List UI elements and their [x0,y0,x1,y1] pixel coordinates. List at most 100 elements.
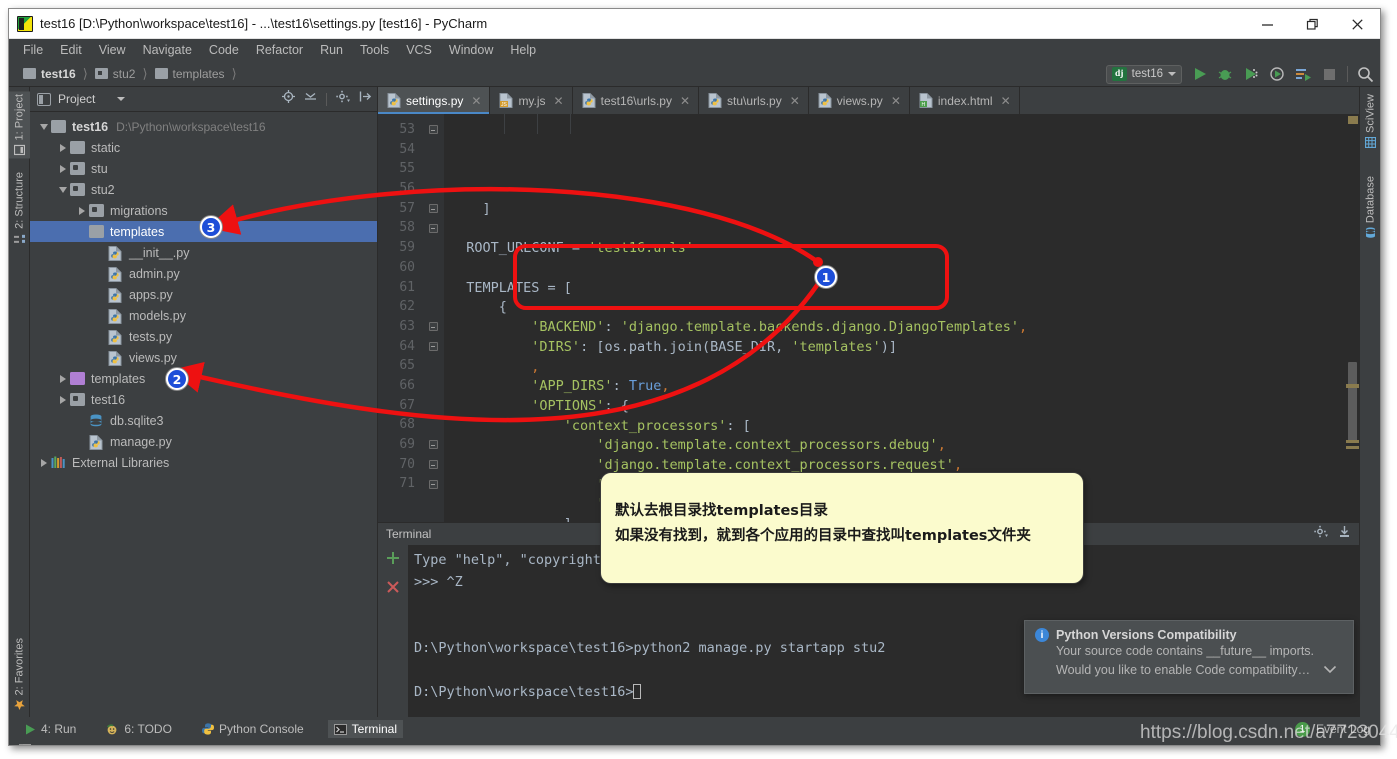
sidebar-item-sciview[interactable]: SciView [1360,91,1380,151]
chevron-right-icon[interactable] [56,143,70,152]
chevron-right-icon[interactable] [56,164,70,173]
code-editor[interactable]: 53 54 55 56 57 58 59 60 61 62 63 64 65 66 67 68 69 70 71 ]… [378,114,1359,522]
sidebar-item-database[interactable]: Database [1360,173,1380,241]
fold-marker-start[interactable] [422,337,444,357]
editor-tab-test16-urls-py[interactable]: test16\urls.py ✕ [573,87,700,114]
toolwindow-todo[interactable]: 6: TODO [100,720,178,738]
code-folding-gutter[interactable] [422,114,444,522]
hide-icon[interactable] [359,90,372,108]
editor-tab-settings-py[interactable]: settings.py ✕ [378,87,491,114]
hide-icon[interactable] [1338,525,1351,543]
run-configuration-selector[interactable]: dj test16 [1105,64,1182,84]
chevron-right-icon[interactable] [75,206,89,215]
source-code[interactable]: ] ROOT_URLCONF = 'test16.urls' TEMPLATES… [444,114,1346,522]
status-widget-icon[interactable] [19,743,31,745]
chevron-right-icon[interactable] [56,374,70,383]
tree-item-apps-py[interactable]: apps.py [30,284,377,305]
search-icon[interactable] [1357,66,1374,83]
menu-window[interactable]: Window [449,43,493,57]
sidebar-item-favorites[interactable]: 2: Favorites [9,635,30,713]
editor-scrollbar[interactable] [1346,114,1359,522]
editor-tab-index-html[interactable]: Hindex.html ✕ [910,87,1020,114]
maximize-button[interactable] [1290,9,1335,39]
breadcrumb-item-test16[interactable]: test16 [41,67,76,81]
coverage-icon[interactable] [1243,66,1260,83]
tree-item-external libraries[interactable]: External Libraries [30,452,377,473]
close-button[interactable] [1335,9,1380,39]
chevron-right-icon[interactable] [56,395,70,404]
debug-icon[interactable] [1217,66,1234,83]
notification-popup[interactable]: i Python Versions Compatibility Your sou… [1024,620,1354,694]
breadcrumb-item-stu2[interactable]: stu2 [113,67,136,81]
fold-marker-start[interactable] [422,199,444,219]
tree-item-test16[interactable]: test16 D:\Python\workspace\test16 [30,116,377,137]
scrollbar-thumb[interactable] [1348,362,1357,442]
close-icon[interactable]: ✕ [790,94,800,108]
tree-item-models-py[interactable]: models.py [30,305,377,326]
menu-run[interactable]: Run [320,43,343,57]
collapse-all-icon[interactable] [304,90,317,108]
minimize-button[interactable] [1245,9,1290,39]
fold-marker-end[interactable] [422,474,444,494]
menu-edit[interactable]: Edit [60,43,82,57]
toolwindow-python-console[interactable]: Python Console [196,720,310,738]
tree-item-views-py[interactable]: views.py [30,347,377,368]
close-icon[interactable]: ✕ [891,94,901,108]
close-icon[interactable]: ✕ [680,94,690,108]
close-icon[interactable]: ✕ [554,94,564,108]
menu-code[interactable]: Code [209,43,239,57]
chevron-down-icon[interactable] [37,123,51,130]
tree-item-tests-py[interactable]: tests.py [30,326,377,347]
editor-tab-views-py[interactable]: views.py ✕ [809,87,910,114]
line-separator[interactable]: CRLF↕ [1229,746,1266,747]
menu-view[interactable]: View [99,43,126,57]
menu-tools[interactable]: Tools [360,43,389,57]
add-tab-icon[interactable] [386,551,400,570]
fold-marker-end[interactable] [422,120,444,140]
fold-marker-start[interactable] [422,218,444,238]
chevron-down-icon[interactable] [117,97,126,101]
tree-item-templates[interactable]: templates [30,368,377,389]
tree-item-stu[interactable]: stu [30,158,377,179]
toolwindow-terminal[interactable]: Terminal [327,720,404,738]
sidebar-item-project[interactable]: 1: Project [9,91,30,159]
run-with-console-icon[interactable] [1295,66,1312,83]
file-encoding[interactable]: UTF-8↕ [1280,746,1320,747]
gear-icon[interactable] [336,90,350,108]
hector-icon[interactable] [1359,745,1372,746]
breadcrumb-item-templates[interactable]: templates [173,67,225,81]
menu-refactor[interactable]: Refactor [256,43,303,57]
tree-item-manage-py[interactable]: manage.py [30,431,377,452]
editor-tab-bar[interactable]: settings.py ✕ JS my.js ✕ test16\urls.py ✕ stu\u… [378,87,1359,114]
fold-marker-end[interactable] [422,455,444,475]
menu-navigate[interactable]: Navigate [143,43,192,57]
chevron-right-icon[interactable] [37,458,51,467]
gear-icon[interactable] [1314,525,1328,543]
tree-item-stu2[interactable]: stu2 [30,179,377,200]
caret-position[interactable]: 125:21 [1178,746,1215,747]
chevron-down-icon[interactable] [56,186,70,193]
editor-tab-my-js[interactable]: JS my.js ✕ [490,87,573,114]
menu-file[interactable]: File [23,43,43,57]
run-icon[interactable] [1191,66,1208,83]
status-message[interactable]: Data Sources Detected: Connection proper… [39,746,519,747]
tree-item-test16[interactable]: test16 [30,389,377,410]
menu-vcs[interactable]: VCS [406,43,432,57]
close-tab-icon[interactable] [386,580,400,599]
menu-help[interactable]: Help [510,43,536,57]
project-tree[interactable]: test16 D:\Python\workspace\test16 static st… [30,112,377,717]
tree-item-admin-py[interactable]: admin.py [30,263,377,284]
target-icon[interactable] [282,90,295,108]
tree-item-db-sqlite3[interactable]: db.sqlite3 [30,410,377,431]
fold-marker-end[interactable] [422,435,444,455]
close-icon[interactable]: ✕ [471,94,481,108]
tree-item-static[interactable]: static [30,137,377,158]
profile-icon[interactable] [1269,66,1286,83]
chevron-down-icon[interactable] [1323,661,1337,680]
sidebar-item-structure[interactable]: 2: Structure [9,169,30,247]
tree-item---init---py[interactable]: __init__.py [30,242,377,263]
lock-icon[interactable] [1334,745,1345,746]
editor-tab-stu-urls-py[interactable]: stu\urls.py ✕ [699,87,809,114]
close-icon[interactable]: ✕ [1001,94,1011,108]
toolwindow-run[interactable]: 4: Run [19,720,82,738]
